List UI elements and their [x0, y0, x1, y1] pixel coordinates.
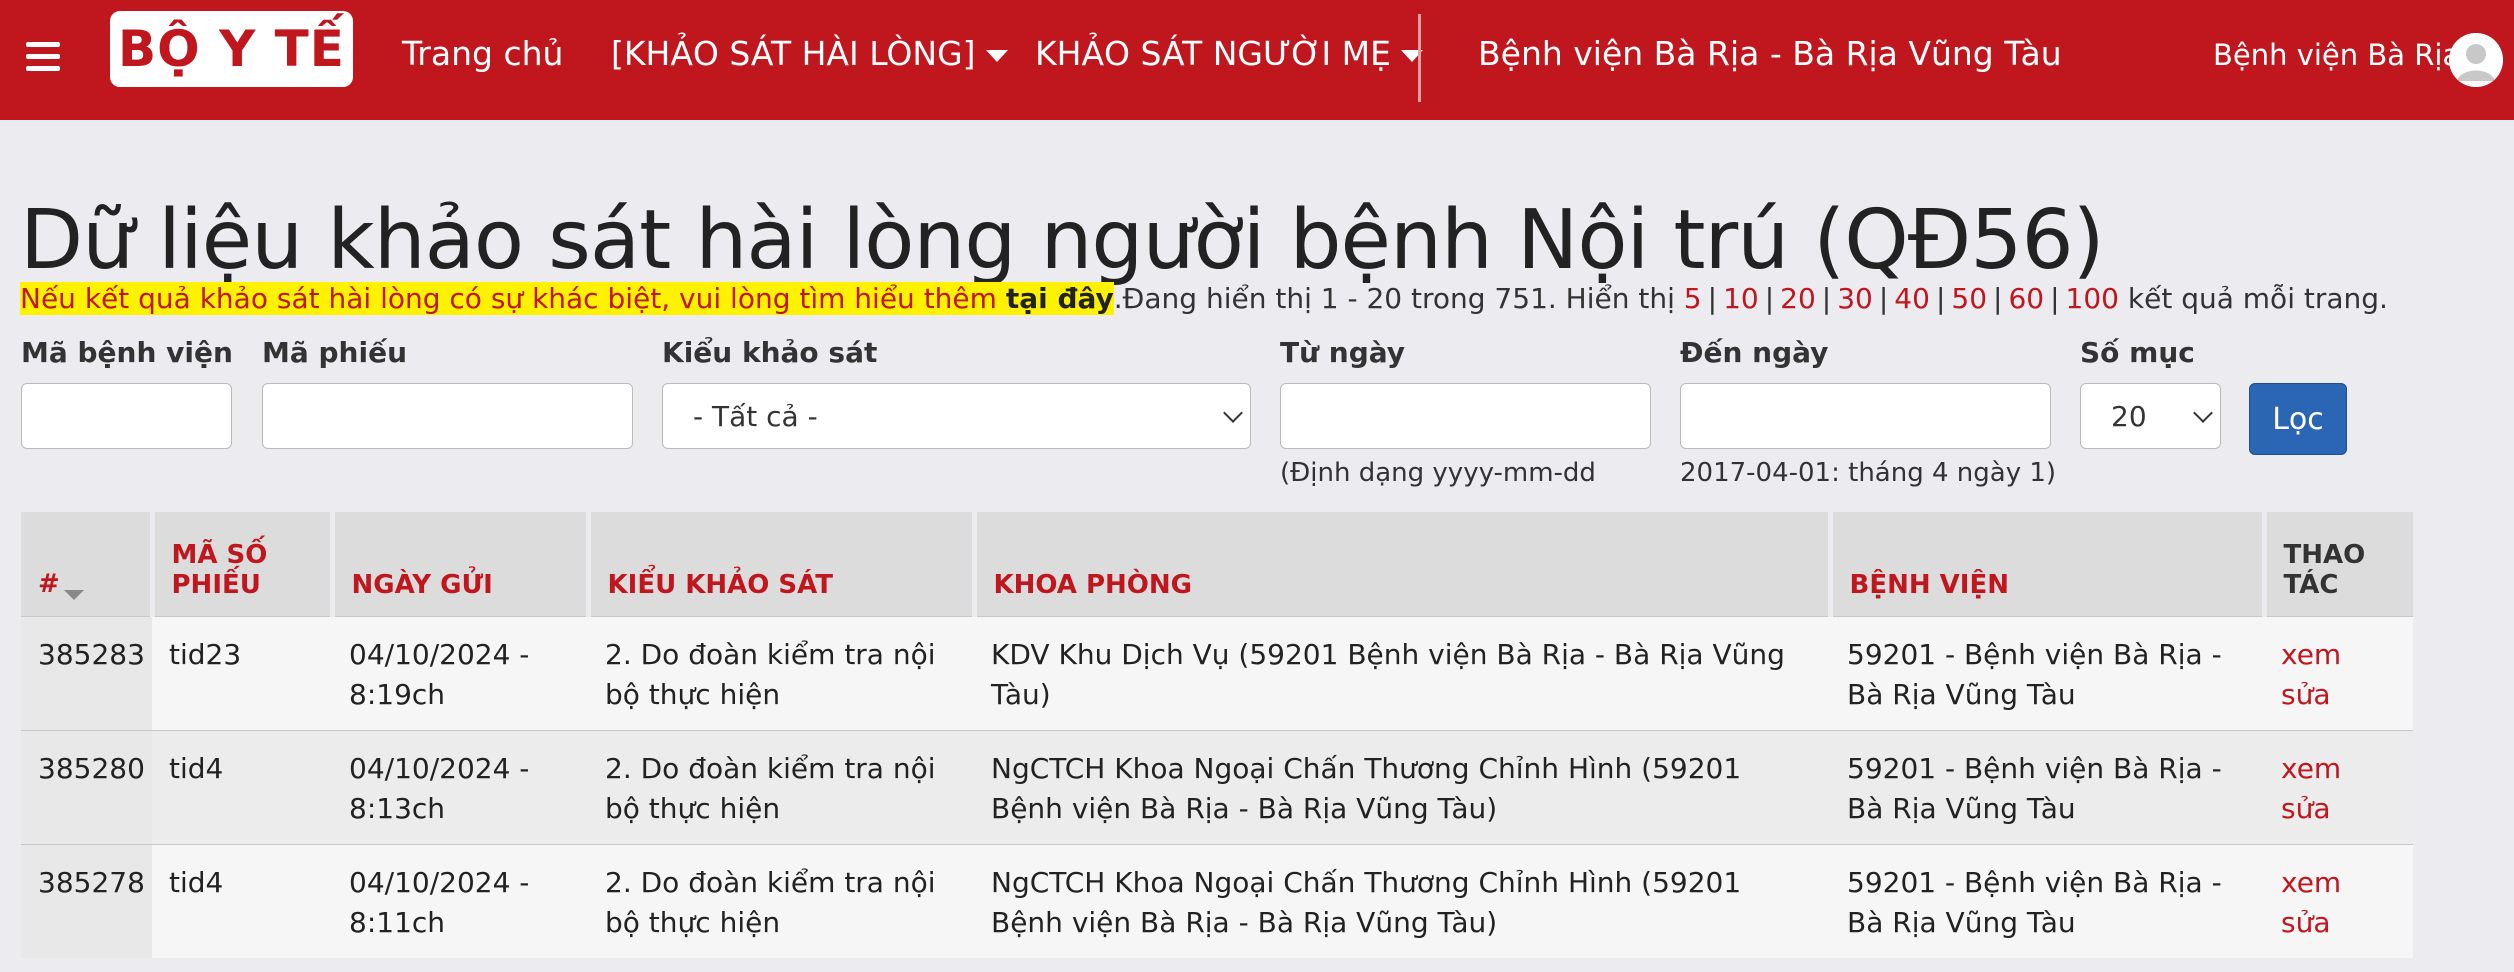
page-size-50-link[interactable]: 50 — [1951, 282, 1987, 315]
chevron-down-icon — [1223, 403, 1243, 423]
cell-type: 2. Do đoàn kiểm tra nội bộ thực hiện — [588, 729, 974, 844]
page-size-10-link[interactable]: 10 — [1723, 282, 1759, 315]
table-row: 385280 tid4 04/10/2024 - 8:13ch 2. Do đo… — [21, 729, 2413, 844]
cell-date: 04/10/2024 - 8:19ch — [332, 615, 588, 730]
cell-code: tid23 — [152, 615, 332, 730]
filter-button[interactable]: Lọc — [2249, 383, 2347, 455]
page-size-60-link[interactable]: 60 — [2008, 282, 2044, 315]
survey-type-select[interactable]: - Tất cả - — [662, 383, 1251, 449]
notice-text: Nếu kết quả khảo sát hài lòng có sự khác… — [20, 282, 1006, 315]
col-header-id[interactable]: # — [21, 512, 155, 616]
user-name[interactable]: Bệnh viện Bà Rịa — [2213, 38, 2460, 72]
page-size-30-link[interactable]: 30 — [1837, 282, 1873, 315]
form-code-input[interactable] — [262, 383, 633, 449]
to-date-help: 2017-04-01: tháng 4 ngày 1) — [1680, 458, 2057, 488]
user-avatar-icon[interactable] — [2449, 33, 2503, 87]
to-date-label: Đến ngày — [1680, 336, 1829, 369]
logo-text: BỘ Y TẾ — [118, 20, 345, 78]
nav-divider — [1418, 14, 1421, 102]
nav-home-link[interactable]: Trang chủ — [402, 34, 563, 73]
table-header-row: # MÃ SỐ PHIẾU NGÀY GỬI KIỂU KHẢO SÁT KHO… — [21, 512, 2413, 616]
table-row: 385283 tid23 04/10/2024 - 8:19ch 2. Do đ… — [21, 615, 2413, 730]
showing-text: .Đang hiển thị 1 - 20 trong 751. Hiển th… — [1113, 282, 1684, 315]
page-size-100-link[interactable]: 100 — [2066, 282, 2119, 315]
notice-link[interactable]: tại đây — [1006, 282, 1114, 315]
view-link[interactable]: xem — [2281, 752, 2341, 785]
page-size-40-link[interactable]: 40 — [1894, 282, 1930, 315]
cell-hospital: 59201 - Bệnh viện Bà Rịa - Bà Rịa Vũng T… — [1830, 843, 2264, 958]
from-date-label: Từ ngày — [1280, 336, 1406, 369]
edit-link[interactable]: sửa — [2281, 678, 2331, 711]
survey-type-label: Kiểu khảo sát — [662, 336, 878, 369]
from-date-help: (Định dạng yyyy-mm-dd — [1280, 458, 1596, 488]
page-title: Dữ liệu khảo sát hài lòng người bệnh Nội… — [20, 192, 2105, 288]
col-header-action: THAO TÁC — [2264, 512, 2413, 616]
page-size-20-link[interactable]: 20 — [1780, 282, 1816, 315]
notice-highlight: Nếu kết quả khảo sát hài lòng có sự khác… — [20, 282, 1114, 315]
logo[interactable]: BỘ Y TẾ — [110, 11, 353, 87]
item-count-label: Số mục — [2080, 336, 2195, 369]
form-code-label: Mã phiếu — [262, 336, 408, 369]
page-size-5-link[interactable]: 5 — [1684, 282, 1702, 315]
cell-dept: NgCTCH Khoa Ngoại Chấn Thương Chỉnh Hình… — [974, 729, 1830, 844]
cell-date: 04/10/2024 - 8:11ch — [332, 843, 588, 958]
nav-satisfaction-dropdown[interactable]: [KHẢO SÁT HÀI LÒNG] — [611, 34, 1008, 73]
from-date-input[interactable] — [1280, 383, 1651, 449]
cell-id: 385283 — [21, 615, 152, 730]
hospital-code-input[interactable] — [21, 383, 232, 449]
item-count-value: 20 — [2111, 399, 2147, 433]
nav-mother-label: KHẢO SÁT NGƯỜI MẸ — [1035, 34, 1391, 73]
top-navbar: BỘ Y TẾ Trang chủ [KHẢO SÁT HÀI LÒNG] KH… — [0, 0, 2514, 120]
caret-down-icon — [985, 49, 1008, 62]
sort-desc-icon — [63, 589, 84, 600]
results-table: # MÃ SỐ PHIẾU NGÀY GỬI KIỂU KHẢO SÁT KHO… — [21, 512, 2413, 958]
col-header-type[interactable]: KIỂU KHẢO SÁT — [588, 512, 977, 616]
cell-actions: xem sửa — [2264, 615, 2413, 730]
cell-type: 2. Do đoàn kiểm tra nội bộ thực hiện — [588, 615, 974, 730]
results-info-line: Nếu kết quả khảo sát hài lòng có sự khác… — [20, 282, 2388, 315]
cell-date: 04/10/2024 - 8:13ch — [332, 729, 588, 844]
cell-hospital: 59201 - Bệnh viện Bà Rịa - Bà Rịa Vũng T… — [1830, 615, 2264, 730]
item-count-select[interactable]: 20 — [2080, 383, 2221, 449]
cell-id: 385280 — [21, 729, 152, 844]
cell-hospital: 59201 - Bệnh viện Bà Rịa - Bà Rịa Vũng T… — [1830, 729, 2264, 844]
cell-dept: NgCTCH Khoa Ngoại Chấn Thương Chỉnh Hình… — [974, 843, 1830, 958]
cell-type: 2. Do đoàn kiểm tra nội bộ thực hiện — [588, 843, 974, 958]
chevron-down-icon — [2193, 403, 2213, 423]
cell-code: tid4 — [152, 843, 332, 958]
nav-satisfaction-label: [KHẢO SÁT HÀI LÒNG] — [611, 34, 976, 73]
cell-actions: xem sửa — [2264, 729, 2413, 844]
cell-id: 385278 — [21, 843, 152, 958]
hospital-code-label: Mã bệnh viện — [21, 336, 233, 369]
per-page-suffix: kết quả mỗi trang. — [2118, 282, 2388, 315]
edit-link[interactable]: sửa — [2281, 906, 2331, 939]
nav-hospital-label: Bệnh viện Bà Rịa - Bà Rịa Vũng Tàu — [1478, 34, 2062, 73]
table-row: 385278 tid4 04/10/2024 - 8:11ch 2. Do đo… — [21, 843, 2413, 958]
view-link[interactable]: xem — [2281, 638, 2341, 671]
cell-dept: KDV Khu Dịch Vụ (59201 Bệnh viện Bà Rịa … — [974, 615, 1830, 730]
nav-mother-dropdown[interactable]: KHẢO SÁT NGƯỜI MẸ — [1035, 34, 1423, 73]
col-header-hospital[interactable]: BỆNH VIỆN — [1830, 512, 2267, 616]
survey-type-value: - Tất cả - — [693, 399, 818, 433]
view-link[interactable]: xem — [2281, 866, 2341, 899]
col-header-date[interactable]: NGÀY GỬI — [332, 512, 591, 616]
hamburger-icon[interactable] — [26, 42, 60, 72]
col-header-dept[interactable]: KHOA PHÒNG — [974, 512, 1833, 616]
col-header-code[interactable]: MÃ SỐ PHIẾU — [152, 512, 335, 616]
to-date-input[interactable] — [1680, 383, 2051, 449]
edit-link[interactable]: sửa — [2281, 792, 2331, 825]
cell-actions: xem sửa — [2264, 843, 2413, 958]
cell-code: tid4 — [152, 729, 332, 844]
